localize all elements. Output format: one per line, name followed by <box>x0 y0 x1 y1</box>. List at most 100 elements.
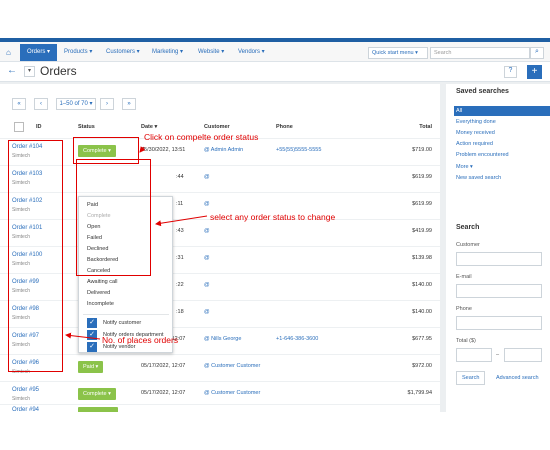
customer-link[interactable]: @ <box>204 174 210 180</box>
home-icon[interactable]: ⌂ <box>6 48 11 57</box>
status-option-delivered[interactable]: Delivered <box>87 290 110 296</box>
table-row[interactable]: Order #99 Simtech :22 @ $140.00 <box>0 273 440 300</box>
column-date[interactable]: Date ▾ <box>141 124 157 130</box>
table-row[interactable]: Order #98 Simtech :18 @ $140.00 <box>0 300 440 327</box>
phone-input[interactable] <box>456 316 542 330</box>
table-row[interactable]: Order #94 <box>0 404 440 412</box>
search-input[interactable]: Search <box>430 47 530 59</box>
search-icon[interactable]: ⌕ <box>530 47 544 59</box>
main-menu-bar: ⌂ Orders ▾ Products ▾ Customers ▾ Market… <box>0 42 550 62</box>
menu-vendors[interactable]: Vendors ▾ <box>238 48 265 55</box>
annotation-select-status: select any order status to change <box>210 212 336 222</box>
customer-link[interactable]: @ <box>204 228 210 234</box>
order-total: $140.00 <box>412 282 432 288</box>
table-row[interactable]: Order #103 Simtech :44 @ $619.99 <box>0 165 440 192</box>
help-icon[interactable]: ? <box>504 66 517 78</box>
saved-search-action-required[interactable]: Action required <box>456 141 493 147</box>
table-row[interactable]: Order #101 Simtech :43 @ $419.99 <box>0 219 440 246</box>
menu-divider <box>83 314 169 315</box>
new-saved-search-link[interactable]: New saved search <box>456 175 501 181</box>
status-option-awaiting-call[interactable]: Awaiting call <box>87 279 117 285</box>
order-date: :31 <box>176 255 184 261</box>
table-row[interactable]: Order #100 Simtech :31 @ $139.98 <box>0 246 440 273</box>
customer-link[interactable]: @ Customer Customer <box>204 390 260 396</box>
select-all-checkbox[interactable] <box>14 122 24 132</box>
order-total: $972.00 <box>412 363 432 369</box>
order-date: :44 <box>176 174 184 180</box>
menu-marketing[interactable]: Marketing ▾ <box>152 48 183 55</box>
phone-label: Phone <box>456 306 472 312</box>
column-status[interactable]: Status <box>78 124 95 130</box>
customer-link[interactable]: @ Nills George <box>204 336 241 342</box>
table-row[interactable]: Order #96 Simtech Paid ▾ 05/17/2022, 12:… <box>0 354 440 381</box>
customer-link[interactable]: @ <box>204 309 210 315</box>
page-title: Orders <box>40 64 77 78</box>
status-option-incomplete[interactable]: Incomplete <box>87 301 114 307</box>
column-total[interactable]: Total <box>419 124 432 130</box>
order-total: $677.95 <box>412 336 432 342</box>
email-label: E-mail <box>456 274 472 280</box>
menu-orders[interactable]: Orders ▾ <box>20 44 58 61</box>
order-date: :11 <box>176 201 184 207</box>
order-date: :18 <box>176 309 184 315</box>
order-total: $419.99 <box>412 228 432 234</box>
notify-vendor-checkbox[interactable]: ✓ <box>87 342 97 352</box>
pager-next-button[interactable]: › <box>100 98 114 110</box>
order-total: $140.00 <box>412 309 432 315</box>
search-button[interactable]: Search <box>456 371 486 385</box>
saved-search-active-bg <box>454 106 550 116</box>
notify-customer-checkbox[interactable]: ✓ <box>87 318 97 328</box>
annotation-click-status: Click on compelte order status <box>144 132 259 142</box>
phone-link[interactable]: +1-646-386-3600 <box>276 336 318 342</box>
total-from-input[interactable] <box>456 348 492 362</box>
saved-searches-title: Saved searches <box>456 88 509 95</box>
customer-link[interactable]: @ <box>204 255 210 261</box>
chevron-down-icon[interactable]: ▾ <box>24 66 35 77</box>
total-label: Total ($) <box>456 338 476 344</box>
order-date: 05/17/2022, 12:07 <box>141 390 186 396</box>
customer-input[interactable] <box>456 252 542 266</box>
total-range-separator: – <box>496 352 500 358</box>
page-header: ← ▾ Orders ? + <box>0 62 550 82</box>
pager-first-button[interactable]: « <box>12 98 26 110</box>
pager-range-select[interactable]: 1–50 of 70 ▾ <box>56 98 96 110</box>
back-arrow-icon[interactable]: ← <box>7 65 17 76</box>
saved-search-problem-encountered[interactable]: Problem encountered <box>456 152 509 158</box>
pager-last-button[interactable]: » <box>122 98 136 110</box>
status-complete-button[interactable] <box>78 407 118 412</box>
customer-link[interactable]: @ <box>204 201 210 207</box>
menu-website[interactable]: Website ▾ <box>198 48 224 55</box>
quick-start-menu-button[interactable]: Quick start menu ▾ <box>368 47 428 59</box>
status-complete-button[interactable]: Complete ▾ <box>78 388 116 400</box>
status-paid-button[interactable]: Paid ▾ <box>78 361 104 373</box>
status-options-highlight-box <box>76 159 151 276</box>
column-id[interactable]: ID <box>36 124 42 130</box>
order-date: 05/17/2022, 12:07 <box>141 363 186 369</box>
column-phone[interactable]: Phone <box>276 124 293 130</box>
customer-link[interactable]: @ <box>204 282 210 288</box>
order-id-link[interactable]: Order #94 <box>12 407 39 412</box>
saved-search-all[interactable]: All <box>456 108 462 114</box>
email-input[interactable] <box>456 284 542 298</box>
saved-search-everything-done[interactable]: Everything done <box>456 119 496 125</box>
saved-search-more[interactable]: More ▾ <box>456 164 473 170</box>
add-order-button[interactable]: + <box>527 65 542 79</box>
order-id-link[interactable]: Order #95 <box>12 387 39 393</box>
table-row[interactable]: Order #104 Simtech Complete ▾ 05/30/2022… <box>0 138 440 165</box>
customer-link[interactable]: @ Customer Customer <box>204 363 260 369</box>
column-customer[interactable]: Customer <box>204 124 230 130</box>
customer-link[interactable]: @ Admin Admin <box>204 147 243 153</box>
phone-link[interactable]: +55(55)5555-5555 <box>276 147 321 153</box>
order-date: 05/30/2022, 13:51 <box>141 147 186 153</box>
saved-search-money-received[interactable]: Money received <box>456 130 495 136</box>
search-panel-title: Search <box>456 224 480 231</box>
table-row[interactable]: Order #97 Simtech 05/17/2022, 12:07 @ Ni… <box>0 327 440 354</box>
order-date: :43 <box>176 228 184 234</box>
menu-products[interactable]: Products ▾ <box>64 48 92 55</box>
pager-prev-button[interactable]: ‹ <box>34 98 48 110</box>
total-to-input[interactable] <box>504 348 542 362</box>
advanced-search-link[interactable]: Advanced search <box>496 375 539 381</box>
menu-customers[interactable]: Customers ▾ <box>106 48 140 55</box>
notify-orders-department-checkbox[interactable]: ✓ <box>87 330 97 340</box>
order-total: $619.99 <box>412 201 432 207</box>
